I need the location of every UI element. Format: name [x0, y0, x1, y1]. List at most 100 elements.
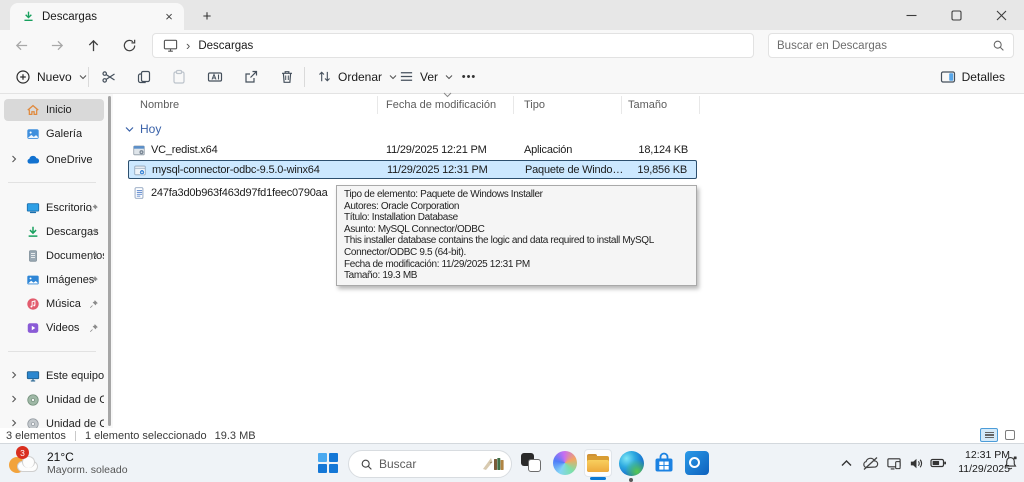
- group-header-hoy[interactable]: Hoy: [125, 121, 161, 137]
- pin-icon: [89, 300, 98, 309]
- column-header-tamano[interactable]: Tamaño: [622, 96, 700, 114]
- status-selection-size: 19.3 MB: [214, 429, 256, 442]
- chevron-right-icon: ›: [186, 38, 191, 53]
- search-highlight-art-icon: [483, 458, 504, 470]
- tooltip-line: Tipo de elemento: Paquete de Windows Ins…: [344, 189, 543, 200]
- running-app-indicator: [629, 478, 633, 482]
- task-view-button[interactable]: [518, 449, 546, 477]
- pictures-icon: [27, 275, 39, 285]
- explorer-search-input[interactable]: [777, 39, 992, 52]
- sidebar-item-videos[interactable]: Videos: [4, 317, 104, 339]
- up-button[interactable]: [80, 33, 106, 57]
- maximize-button[interactable]: [934, 0, 979, 30]
- speaker-icon: [910, 458, 923, 468]
- minimize-button[interactable]: [889, 0, 934, 30]
- file-row-mysql-connector[interactable]: mysql-connector-odbc-9.5.0-winx64 11/29/…: [128, 160, 697, 179]
- column-header-nombre[interactable]: Nombre: [113, 96, 378, 114]
- new-tab-button[interactable]: +: [197, 6, 217, 26]
- sidebar-item-imagenes[interactable]: Imágenes: [4, 269, 104, 291]
- group-label: Hoy: [140, 122, 162, 136]
- delete-button[interactable]: [272, 63, 302, 90]
- tab-descargas[interactable]: Descargas ×: [10, 3, 184, 30]
- cut-button[interactable]: [94, 63, 124, 90]
- sidebar-item-musica[interactable]: Música: [4, 293, 104, 315]
- details-pane-button[interactable]: Detalles: [933, 63, 1012, 90]
- tooltip-line: Connector/ODBC 9.5 (64-bit).: [344, 246, 466, 258]
- sidebar-item-onedrive[interactable]: OneDrive: [4, 149, 104, 171]
- desktop-screen: Descargas × + › Descargas Buscar en Desc…: [0, 0, 1024, 482]
- copy-icon: [137, 70, 151, 83]
- status-selection: 1 elemento seleccionado: [84, 429, 207, 442]
- file-list-area: Nombre Fecha de modificación Tipo Tamaño…: [113, 92, 1024, 428]
- sidebar-item-inicio[interactable]: Inicio: [4, 99, 104, 121]
- sidebar-scrollbar[interactable]: [108, 96, 111, 426]
- details-view-button[interactable]: [980, 428, 998, 442]
- breadcrumb-location[interactable]: Descargas: [198, 40, 253, 52]
- tray-expand-button[interactable]: [834, 450, 858, 476]
- copilot-button[interactable]: [551, 449, 579, 477]
- sidebar-item-escritorio[interactable]: Escritorio: [4, 197, 104, 219]
- file-size: 19,856 KB: [637, 163, 687, 176]
- more-options-button[interactable]: •••: [452, 63, 486, 90]
- sidebar-item-documentos[interactable]: Documentos: [4, 245, 104, 267]
- icons-view-icon: [1005, 430, 1015, 440]
- view-button[interactable]: Ver: [392, 63, 460, 90]
- tooltip-line: Asunto: MySQL Connector/ODBC: [344, 223, 485, 235]
- volume-button[interactable]: [904, 450, 928, 476]
- forward-button[interactable]: [44, 33, 70, 57]
- sort-button[interactable]: Ordenar: [310, 63, 404, 90]
- close-button[interactable]: [979, 0, 1024, 30]
- sidebar-item-este-equipo[interactable]: Este equipo: [4, 365, 104, 387]
- cast-button[interactable]: [882, 450, 906, 476]
- sidebar-item-galeria[interactable]: Galería: [4, 123, 104, 145]
- onedrive-status-button[interactable]: [858, 450, 882, 476]
- paste-button[interactable]: [164, 63, 194, 90]
- toolbar-separator: [304, 67, 305, 87]
- notifications-button[interactable]: [1000, 450, 1020, 476]
- sidebar-item-label: OneDrive: [46, 154, 93, 166]
- column-header-fecha[interactable]: Fecha de modificación: [378, 96, 514, 114]
- share-button[interactable]: [236, 63, 266, 90]
- file-explorer-button[interactable]: [584, 449, 612, 477]
- msi-package-icon: [134, 165, 146, 175]
- this-pc-icon: [26, 371, 40, 382]
- sort-indicator-icon: [443, 92, 452, 98]
- file-name: 247fa3d0b963f463d97fd1feec0790aa: [151, 186, 328, 199]
- store-button[interactable]: [650, 449, 678, 477]
- up-icon: [88, 39, 98, 51]
- weather-widget[interactable]: 3 21°C Mayorm. soleado: [8, 446, 128, 478]
- downloads-icon: [24, 11, 33, 22]
- file-explorer-icon: [586, 453, 610, 473]
- start-button[interactable]: [314, 449, 342, 477]
- sidebar-item-descargas[interactable]: Descargas: [4, 221, 104, 243]
- file-row-vc-redist[interactable]: VC_redist.x64 11/29/2025 12:21 PM Aplica…: [128, 140, 697, 159]
- breadcrumb[interactable]: › Descargas: [152, 33, 754, 58]
- refresh-button[interactable]: [116, 33, 142, 57]
- tab-strip: Descargas × +: [0, 0, 1024, 30]
- taskbar-search-input[interactable]: [379, 457, 475, 471]
- sidebar-item-cd-d[interactable]: Unidad de CD (D: [4, 389, 104, 411]
- sidebar-item-cd-e[interactable]: Unidad de CD (E: [4, 413, 104, 428]
- window-controls: [889, 0, 1024, 30]
- cut-icon: [102, 70, 115, 83]
- maximize-icon: [951, 9, 962, 21]
- chevron-down-icon: [79, 74, 87, 79]
- status-item-count: 3 elementos: [6, 429, 66, 442]
- taskbar-search[interactable]: [348, 450, 512, 478]
- pin-icon: [89, 252, 98, 261]
- edge-button[interactable]: [617, 449, 645, 477]
- windows-logo-icon: [318, 453, 338, 473]
- copy-button[interactable]: [129, 63, 159, 90]
- chevron-right-icon: [12, 419, 17, 427]
- rename-button[interactable]: [200, 63, 230, 90]
- tooltip-line: This installer database contains the log…: [344, 235, 654, 247]
- outlook-button[interactable]: [683, 449, 711, 477]
- column-header-tipo[interactable]: Tipo: [514, 96, 622, 114]
- sidebar-divider: [8, 351, 96, 352]
- tab-close-icon[interactable]: ×: [160, 8, 178, 26]
- back-button[interactable]: [8, 33, 34, 57]
- icons-view-button[interactable]: [1001, 428, 1019, 442]
- store-icon: [655, 452, 673, 472]
- chevron-up-icon: [841, 460, 851, 466]
- new-button[interactable]: Nuevo: [8, 63, 94, 90]
